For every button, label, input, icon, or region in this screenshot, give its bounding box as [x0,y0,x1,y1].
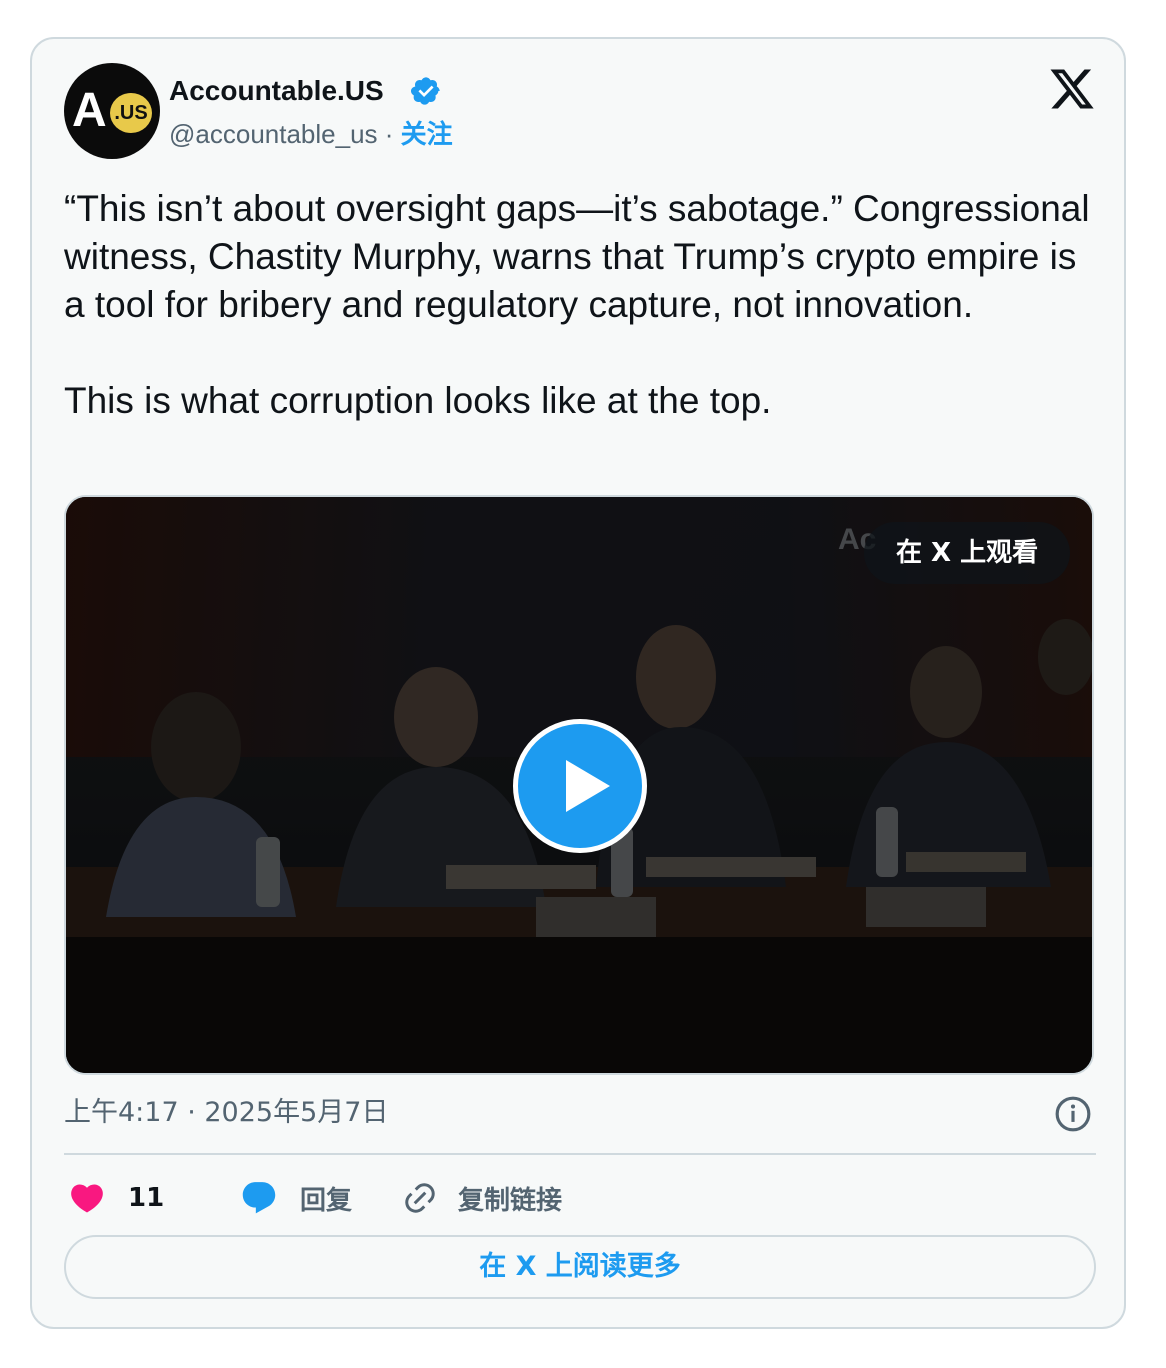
author-handle[interactable]: @accountable_us [169,119,378,149]
like-count: 11 [128,1183,165,1213]
read-more-on-x-button[interactable]: 在 X 上阅读更多 [64,1235,1096,1299]
author-name[interactable]: Accountable.US [169,73,384,109]
info-icon[interactable] [1054,1095,1092,1133]
copy-link-button[interactable]: 复制链接 [402,1173,562,1223]
handle-separator: · [377,119,401,149]
reply-bubble-icon [242,1182,276,1214]
avatar[interactable]: A .US [64,63,160,159]
divider [64,1153,1096,1155]
like-button[interactable]: 11 [68,1173,164,1223]
follow-link[interactable]: 关注 [401,120,453,150]
copy-link-label: 复制链接 [458,1185,563,1216]
video-player[interactable]: Ac 在 X 上观看 [64,495,1094,1075]
play-icon [566,760,610,812]
x-logo-icon[interactable] [1048,65,1096,113]
tweet-timestamp[interactable]: 上午4:17 · 2025年5月7日 [64,1095,388,1131]
avatar-badge: .US [110,93,152,133]
action-bar: 11 回复 复制链接 [64,1173,1096,1223]
reply-label: 回复 [300,1185,353,1216]
tweet-card: A .US Accountable.US @accountable_us · 关… [30,37,1126,1329]
avatar-letter: A [72,84,107,137]
tweet-text: “This isn’t about oversight gaps—it’s sa… [64,188,1090,421]
handle-row: @accountable_us · 关注 [169,117,453,152]
link-icon [405,1183,435,1213]
watch-on-x-button[interactable]: 在 X 上观看 [864,522,1071,584]
play-button[interactable] [513,719,647,853]
reply-button[interactable]: 回复 [240,1173,352,1223]
heart-icon [71,1184,103,1213]
verified-badge-icon [411,77,440,105]
